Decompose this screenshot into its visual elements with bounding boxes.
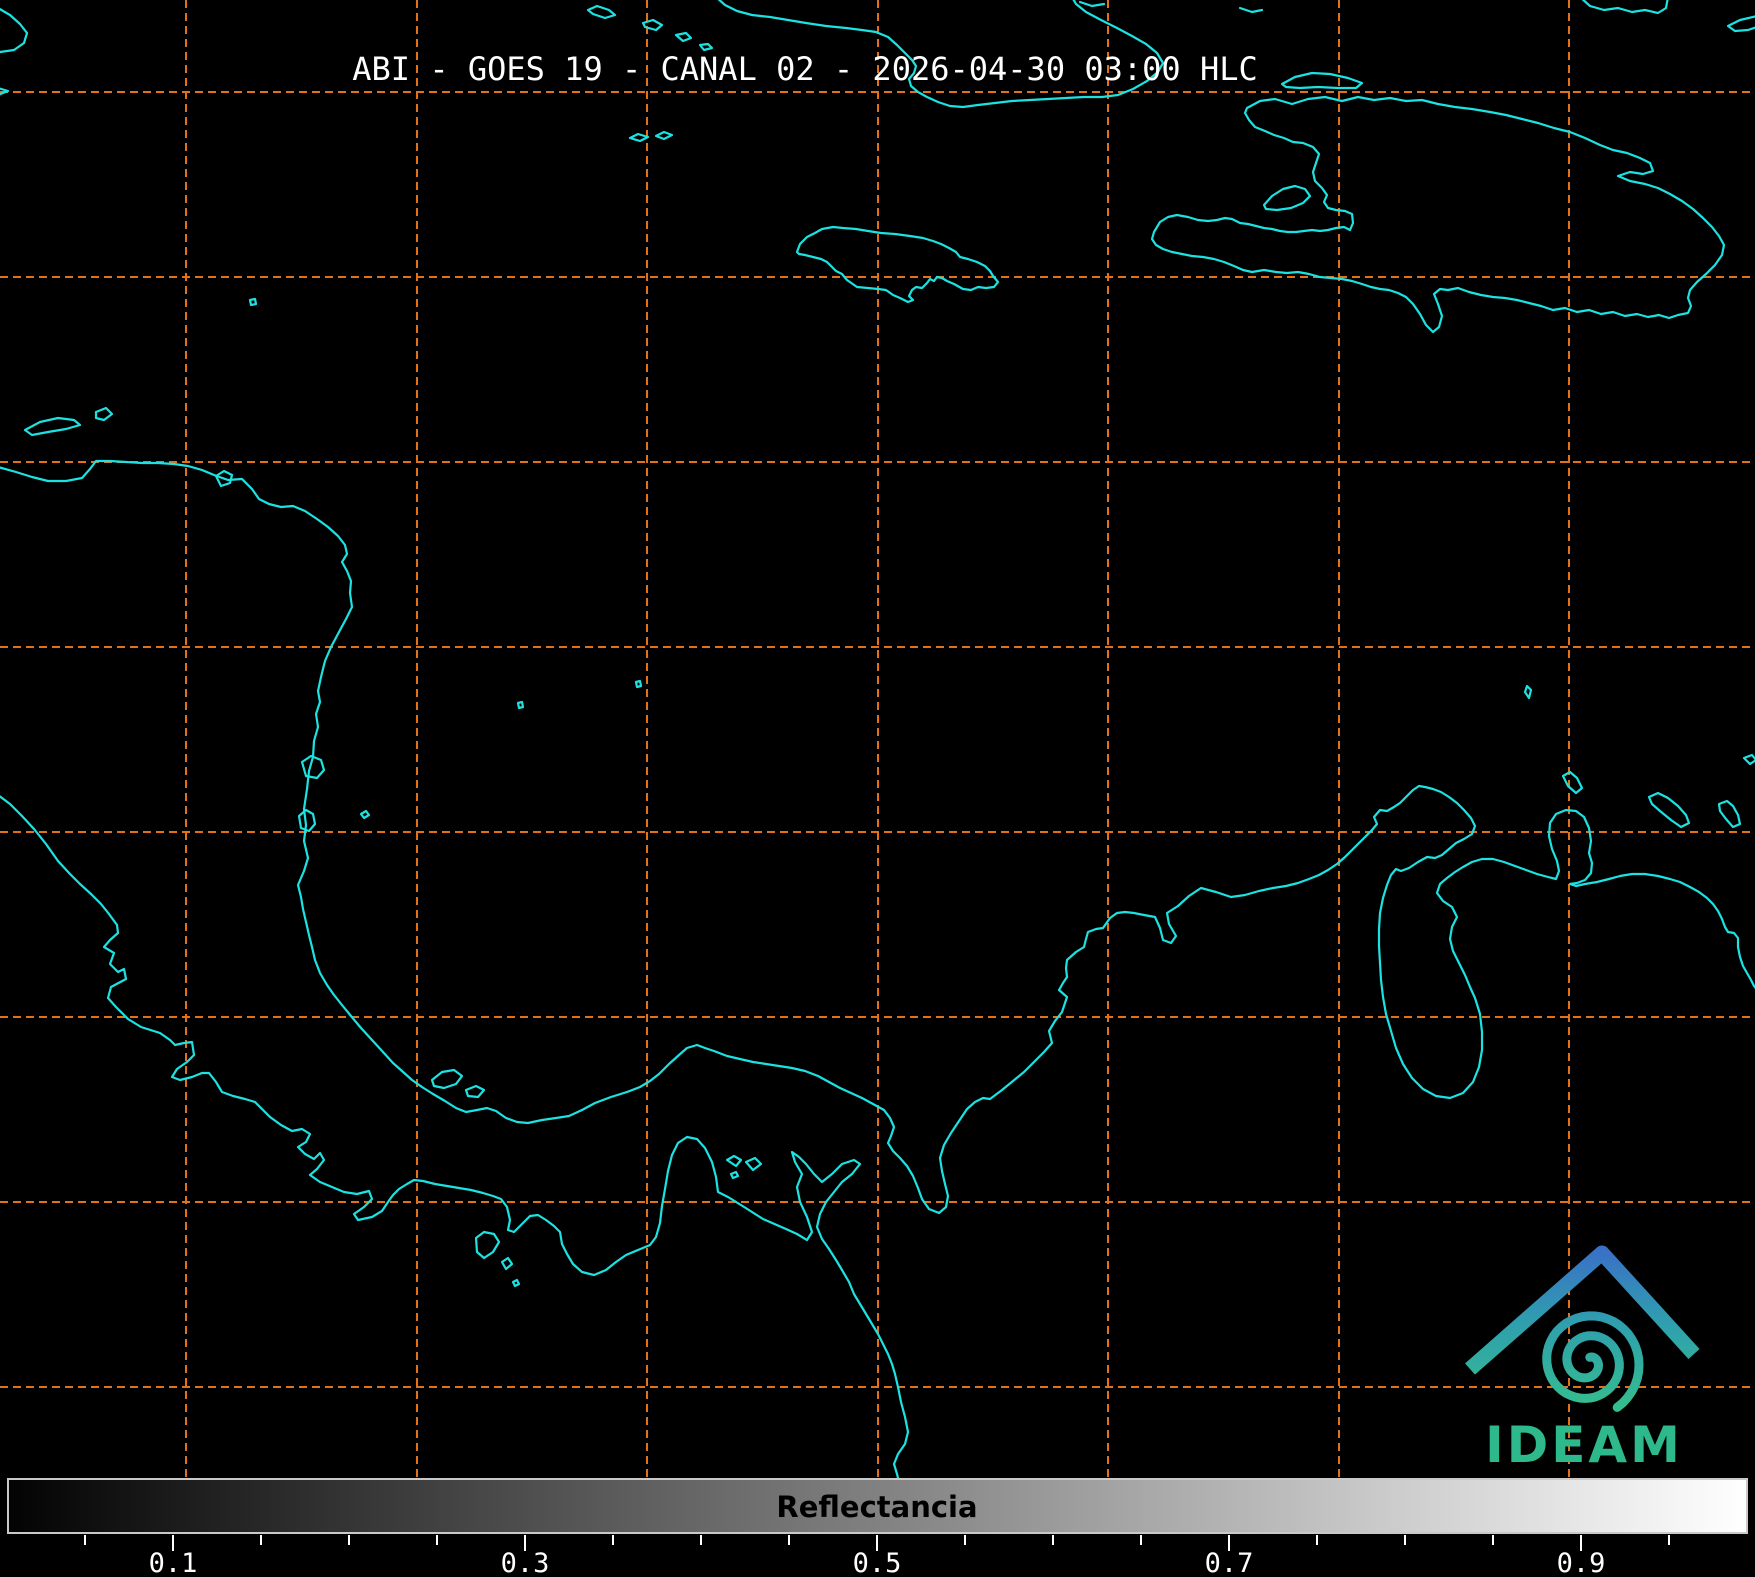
colorbar-tick-label: 0.3 [501, 1548, 550, 1577]
colorbar-tick-label: 0.9 [1557, 1548, 1606, 1577]
satellite-map-figure: ABI - GOES 19 - CANAL 02 - 2026-04-30 03… [0, 0, 1755, 1577]
ideam-logo-text: IDEAM [1485, 1416, 1683, 1474]
satellite-image-viewport: ABI - GOES 19 - CANAL 02 - 2026-04-30 03… [0, 0, 1755, 1577]
colorbar-tick-label: 0.5 [853, 1548, 902, 1577]
colorbar-tick-label: 0.7 [1205, 1548, 1254, 1577]
figure-title: ABI - GOES 19 - CANAL 02 - 2026-04-30 03… [352, 50, 1257, 88]
colorbar-tick-label: 0.1 [149, 1548, 198, 1577]
colorbar-title: Reflectancia [776, 1490, 977, 1524]
